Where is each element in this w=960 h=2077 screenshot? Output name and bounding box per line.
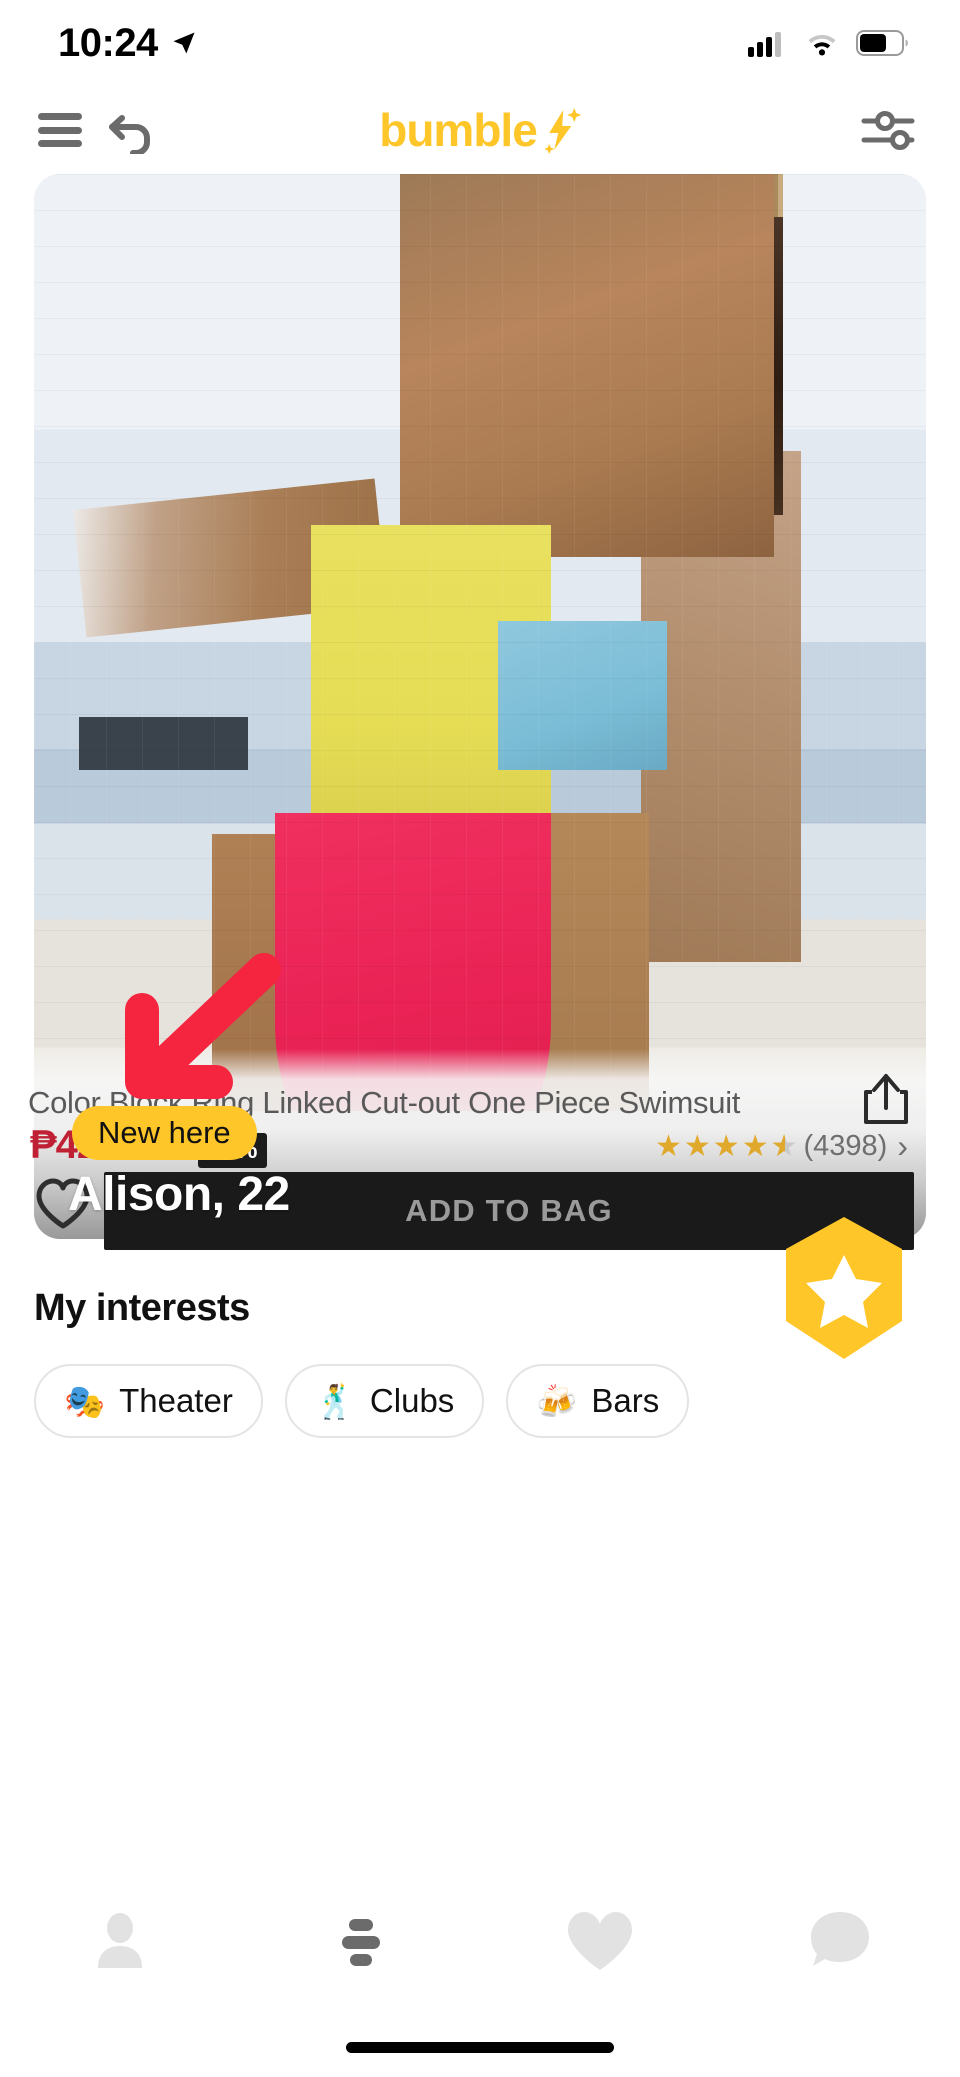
new-here-badge: New here	[72, 1106, 257, 1160]
chat-bubble-icon	[811, 1912, 869, 1966]
status-bar: 10:24	[0, 0, 960, 86]
hamburger-menu-button[interactable]	[38, 113, 82, 147]
nav-item-profile[interactable]	[0, 1906, 240, 1976]
bottom-navigation	[0, 1881, 960, 2001]
header-left-actions	[38, 106, 158, 154]
interest-chip-label: Clubs	[369, 1382, 455, 1419]
status-bar-left: 10:24	[58, 21, 198, 66]
interest-chip-bars[interactable]: 🍻 Bars	[506, 1364, 690, 1438]
superswipe-button[interactable]	[780, 1215, 908, 1361]
photo-block-blue-swimsuit	[497, 621, 668, 771]
profile-name: Alison, 22	[68, 1168, 290, 1221]
new-here-label: New here	[98, 1115, 231, 1150]
interests-section: My interests 🎭 Theater 🕺 Clubs 🍻 Bars	[0, 1217, 960, 1438]
share-button[interactable]	[860, 1072, 912, 1133]
location-arrow-icon	[173, 32, 195, 54]
star-rating-icons: ★ ★ ★ ★ ★ ★	[654, 1129, 798, 1163]
app-header: bumble	[0, 86, 960, 174]
filter-settings-icon	[861, 111, 915, 150]
share-icon	[864, 1074, 908, 1124]
interest-chips: 🎭 Theater 🕺 Clubs 🍻 Bars	[34, 1364, 926, 1438]
lightning-spark-icon	[543, 108, 581, 154]
rewind-button[interactable]	[106, 106, 158, 154]
status-bar-right	[748, 29, 908, 57]
nav-item-likes[interactable]	[480, 1908, 720, 1974]
home-indicator-bar	[346, 2042, 614, 2053]
filter-settings-button[interactable]	[860, 105, 916, 155]
star-icon: ★	[654, 1129, 682, 1163]
wifi-icon	[808, 35, 836, 56]
interest-chip-label: Bars	[591, 1382, 660, 1419]
superswipe-star-hexagon-icon	[786, 1217, 902, 1359]
profile-person-icon	[98, 1913, 142, 1968]
product-rating[interactable]: ★ ★ ★ ★ ★ ★ (4398) ›	[655, 1128, 908, 1165]
star-icon: ★	[683, 1129, 711, 1163]
dancing-man-icon: 🕺	[314, 1382, 356, 1420]
profile-card-wrapper	[0, 174, 960, 1239]
theater-masks-icon: 🎭	[64, 1382, 106, 1420]
bumble-logo: bumble	[379, 106, 581, 154]
photo-block-upper-body	[399, 174, 775, 558]
photo-block-dark-band	[78, 717, 249, 771]
star-icon: ★	[741, 1129, 769, 1163]
hamburger-menu-icon	[38, 113, 82, 147]
nav-item-swipe[interactable]	[240, 1906, 480, 1976]
heart-likes-icon	[568, 1912, 632, 1970]
star-icon: ★	[712, 1129, 740, 1163]
chevron-right-icon[interactable]: ›	[897, 1128, 908, 1165]
battery-icon	[856, 30, 908, 56]
interest-chip-clubs[interactable]: 🕺 Clubs	[284, 1364, 485, 1438]
half-star-icon: ★ ★	[770, 1129, 798, 1163]
interest-chip-theater[interactable]: 🎭 Theater	[34, 1364, 263, 1438]
add-to-bag-label: ADD TO BAG	[405, 1193, 613, 1228]
review-count: (4398)	[803, 1130, 888, 1162]
profile-card[interactable]	[34, 174, 926, 1239]
nav-item-chat[interactable]	[720, 1906, 960, 1976]
cellular-signal-icon	[748, 32, 781, 57]
beer-mugs-icon: 🍻	[536, 1382, 578, 1420]
interest-chip-label: Theater	[119, 1382, 233, 1419]
brand-name: bumble	[379, 104, 538, 156]
rewind-undo-icon	[109, 115, 150, 154]
bumble-swipe-icon	[342, 1919, 380, 1966]
status-time: 10:24	[58, 20, 158, 65]
header-right-actions	[860, 105, 916, 155]
